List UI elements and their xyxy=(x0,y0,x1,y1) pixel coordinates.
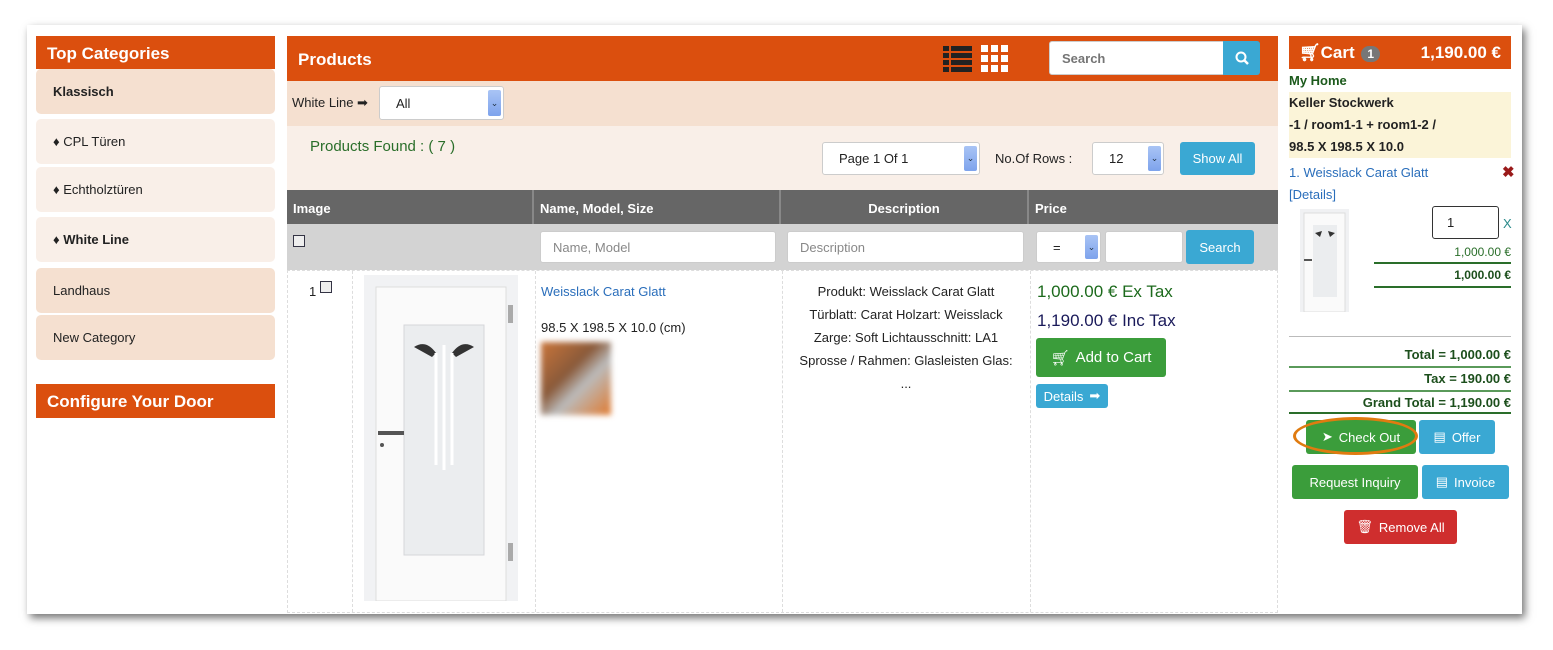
row-index: 1 xyxy=(309,284,317,299)
product-size: 98.5 X 198.5 X 10.0 (cm) xyxy=(541,320,686,335)
column-name[interactable]: Name, Model, Size xyxy=(534,190,781,224)
category-echtholzturen[interactable]: ♦ Echtholztüren xyxy=(36,167,275,212)
configure-door-header[interactable]: Configure Your Door xyxy=(36,384,275,418)
details-button[interactable]: Details ➡ xyxy=(1036,384,1108,408)
description-filter-input[interactable]: Description xyxy=(787,231,1024,263)
price-filter-input[interactable] xyxy=(1105,231,1183,263)
trash-icon: 🗑︎ xyxy=(1356,519,1373,534)
request-inquiry-button[interactable]: Request Inquiry xyxy=(1292,465,1418,499)
cart-total: Total = 1,000.00 € xyxy=(1404,347,1511,362)
product-search-input[interactable] xyxy=(1049,41,1224,75)
select-all-checkbox[interactable] xyxy=(293,235,305,247)
name-filter-input[interactable]: Name, Model xyxy=(540,231,776,263)
cart-quantity-input[interactable]: 1 xyxy=(1432,206,1499,239)
cart-icon: 🛒︎ xyxy=(1050,349,1070,367)
chevron-down-icon: ⌄ xyxy=(964,146,977,171)
invoice-button[interactable]: ▤ Invoice xyxy=(1422,465,1509,499)
cart-home: My Home xyxy=(1289,73,1347,88)
cart-grand-total: Grand Total = 1,190.00 € xyxy=(1362,395,1511,410)
cart-total-header: 1,190.00 € xyxy=(1420,43,1501,62)
price-ex-tax: 1,000.00 € Ex Tax xyxy=(1037,282,1173,301)
chevron-down-icon: ⌄ xyxy=(488,90,501,116)
top-categories-header: Top Categories xyxy=(36,36,275,69)
price-operator-select[interactable]: = ⌄ xyxy=(1036,231,1101,263)
cart-line-total: 1,000.00 € xyxy=(1454,268,1511,282)
product-thumbnail[interactable] xyxy=(541,342,611,415)
products-found: Products Found : ( 7 ) xyxy=(310,138,456,155)
remove-all-button[interactable]: 🗑︎ Remove All xyxy=(1344,510,1457,544)
page-select[interactable]: Page 1 Of 1 ⌄ xyxy=(822,142,980,175)
cart-door-thumbnail xyxy=(1300,209,1349,312)
door-image[interactable] xyxy=(364,275,518,601)
cart-item-details-link[interactable]: [Details] xyxy=(1289,187,1336,202)
products-title: Products xyxy=(298,50,372,69)
cart-tax: Tax = 190.00 € xyxy=(1424,371,1511,386)
show-all-button[interactable]: Show All xyxy=(1180,142,1255,175)
rows-select[interactable]: 12 ⌄ xyxy=(1092,142,1164,175)
document-icon: ▤ xyxy=(1433,429,1446,444)
cart-icon: 🛒︎ xyxy=(1299,43,1321,62)
cart-location: Keller Stockwerk -1 / room1-1 + room1-2 /… xyxy=(1289,92,1511,158)
arrow-right-icon: ➡ xyxy=(1089,388,1101,403)
grid-view-icon[interactable] xyxy=(981,45,1008,72)
add-to-cart-button[interactable]: 🛒︎ Add to Cart xyxy=(1036,338,1166,377)
cart-unit-price: 1,000.00 € xyxy=(1454,245,1511,259)
offer-button[interactable]: ▤ Offer xyxy=(1419,420,1495,454)
checkout-highlight xyxy=(1293,417,1418,455)
column-image[interactable]: Image xyxy=(287,190,534,224)
search-button[interactable] xyxy=(1223,41,1260,75)
category-klassisch[interactable]: Klassisch xyxy=(36,69,275,114)
product-description: Produkt: Weisslack Carat Glatt Türblatt: … xyxy=(799,284,1013,391)
table-header: Image Name, Model, Size Description Pric… xyxy=(287,190,1278,224)
cart-item-link[interactable]: 1. Weisslack Carat Glatt xyxy=(1289,165,1428,180)
filter-search-button[interactable]: Search xyxy=(1186,230,1254,264)
search-icon xyxy=(1235,51,1249,65)
remove-item-icon[interactable]: ✖ xyxy=(1502,163,1515,181)
price-inc-tax: 1,190.00 € Inc Tax xyxy=(1037,311,1176,330)
product-name-link[interactable]: Weisslack Carat Glatt xyxy=(541,284,666,299)
filter-label: White Line ➡ xyxy=(292,95,368,110)
column-price[interactable]: Price xyxy=(1029,190,1278,224)
quantity-x: X xyxy=(1503,216,1512,231)
cart-count-badge: 1 xyxy=(1361,46,1381,62)
column-description[interactable]: Description xyxy=(781,190,1029,224)
chevron-down-icon: ⌄ xyxy=(1085,235,1098,259)
arrow-right-icon: ➡ xyxy=(357,95,368,110)
chevron-down-icon: ⌄ xyxy=(1148,146,1161,171)
category-white-line[interactable]: ♦ White Line xyxy=(36,217,275,262)
line-filter-select[interactable]: All ⌄ xyxy=(379,86,504,120)
category-cpl-turen[interactable]: ♦ CPL Türen xyxy=(36,119,275,164)
row-checkbox[interactable] xyxy=(320,281,332,293)
category-new-category[interactable]: New Category xyxy=(36,315,275,360)
document-icon: ▤ xyxy=(1435,474,1449,489)
category-landhaus[interactable]: Landhaus xyxy=(36,268,275,313)
cart-header[interactable]: 🛒︎Cart 1 1,190.00 € xyxy=(1289,36,1511,69)
list-view-icon[interactable] xyxy=(943,45,972,73)
rows-label: No.Of Rows : xyxy=(995,151,1073,166)
